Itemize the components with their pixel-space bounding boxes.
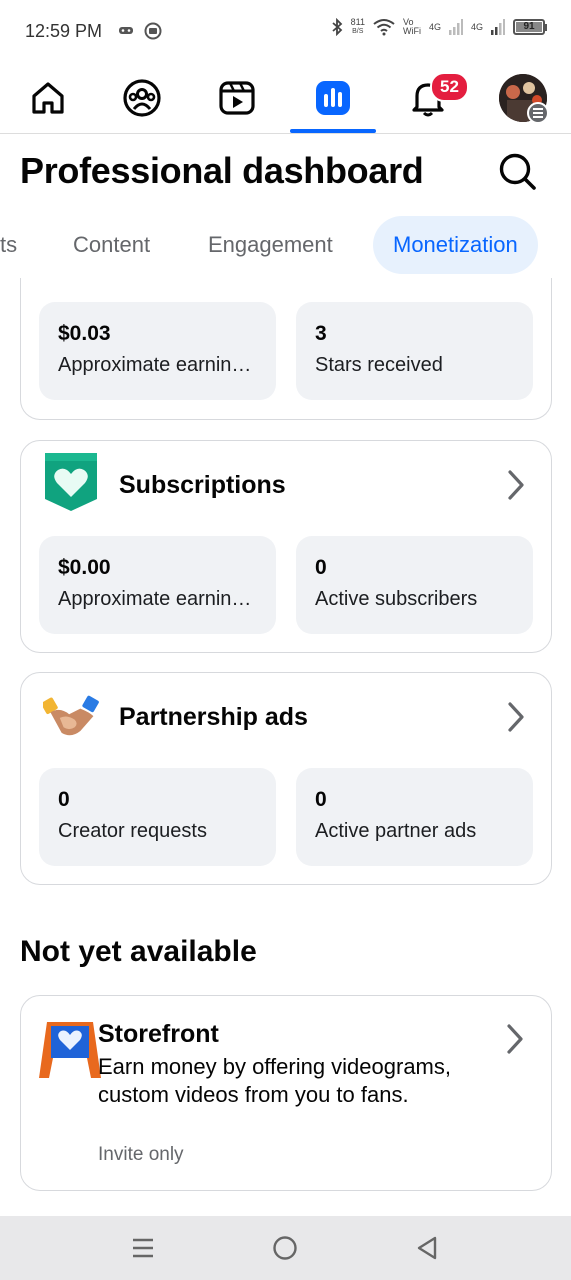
heart-shield-icon	[45, 453, 97, 511]
status-time: 12:59 PM	[25, 21, 103, 41]
creator-requests-stat[interactable]: 0 Creator requests	[39, 768, 276, 866]
screen-record-icon	[144, 22, 162, 40]
tab-engagement[interactable]: Engagement	[208, 216, 333, 274]
stat-value: $0.00	[58, 556, 111, 579]
storefront-title: Storefront	[98, 1020, 219, 1048]
storefront-note: Invite only	[98, 1144, 184, 1165]
back-triangle-icon	[417, 1236, 437, 1260]
stars-earnings-stat[interactable]: $0.03 Approximate earnin…	[39, 302, 276, 400]
nav-home[interactable]	[23, 74, 73, 122]
handshake-icon	[43, 695, 99, 736]
menu-icon	[133, 1238, 153, 1258]
tab-monetization[interactable]: Monetization	[373, 216, 538, 274]
status-bar: 12:59 PM 811 B/S Vo WiFi 4G 4G 91	[0, 0, 571, 62]
stat-value: 0	[315, 788, 327, 811]
nav-dashboard[interactable]	[308, 74, 358, 122]
section-title: Not yet available	[20, 935, 257, 968]
signal-sim2-icon	[491, 19, 505, 35]
storefront-description: Earn money by offering videograms, custo…	[98, 1054, 451, 1107]
stat-label: Approximate earnin…	[58, 588, 252, 610]
back-button[interactable]	[409, 1230, 445, 1266]
gamepad-icon	[119, 27, 133, 34]
stat-value: 0	[315, 556, 327, 579]
stars-received-stat[interactable]: 3 Stars received	[296, 302, 533, 400]
groups-icon	[123, 79, 161, 117]
notification-badge: 52	[430, 72, 469, 102]
dashboard-icon	[316, 81, 350, 115]
bluetooth-icon	[332, 18, 342, 36]
stat-label: Stars received	[315, 354, 443, 376]
sim2-label: 4G	[470, 21, 483, 32]
stat-label: Active partner ads	[315, 820, 477, 842]
tab-insights[interactable]: ts	[0, 216, 17, 274]
vowifi-label: Vo WiFi	[403, 18, 421, 36]
subscriptions-earnings-stat[interactable]: $0.00 Approximate earnin…	[39, 536, 276, 634]
partnership-ads-card[interactable]: Partnership ads 0 Creator requests 0 Act…	[20, 672, 552, 885]
stat-value: $0.03	[58, 322, 111, 345]
home-button[interactable]	[267, 1230, 303, 1266]
system-navigation-bar	[0, 1216, 571, 1280]
tab-content[interactable]: Content	[73, 216, 150, 274]
active-partner-ads-stat[interactable]: 0 Active partner ads	[296, 768, 533, 866]
stars-card[interactable]: $0.03 Approximate earnin… 3 Stars receiv…	[20, 278, 552, 420]
card-title: Subscriptions	[119, 471, 286, 499]
dashboard-tabs: ts Content Engagement Monetization	[0, 216, 571, 276]
top-navigation: 52	[0, 62, 571, 134]
stat-value: 0	[58, 788, 70, 811]
circle-home-icon	[273, 1236, 297, 1260]
video-icon	[219, 81, 255, 115]
battery-level: 91	[516, 22, 542, 32]
stat-label: Active subscribers	[315, 588, 478, 610]
nav-video[interactable]	[212, 74, 262, 122]
home-icon	[32, 82, 64, 114]
search-icon	[499, 153, 536, 190]
subscriptions-card[interactable]: Subscriptions $0.00 Approximate earnin… …	[20, 440, 552, 653]
chevron-right-icon[interactable]	[504, 1022, 526, 1056]
stat-label: Creator requests	[58, 820, 207, 842]
page-title: Professional dashboard	[20, 150, 424, 191]
recent-apps-button[interactable]	[125, 1230, 161, 1266]
signal-sim1-icon	[448, 19, 463, 35]
wifi-icon	[373, 19, 395, 36]
net-speed-unit: B/S	[352, 28, 364, 35]
active-tab-indicator	[290, 129, 376, 133]
vowifi-bottom: WiFi	[402, 26, 421, 36]
active-subscribers-stat[interactable]: 0 Active subscribers	[296, 536, 533, 634]
net-speed-value: 811	[350, 17, 365, 27]
storefront-sign-icon	[39, 1022, 101, 1078]
status-right: 811 B/S Vo WiFi 4G 4G 91	[331, 18, 547, 36]
net-speed: 811 B/S	[351, 18, 365, 36]
status-left-icons	[118, 22, 162, 40]
search-button[interactable]	[496, 150, 538, 192]
chevron-right-icon[interactable]	[505, 700, 527, 734]
battery-icon: 91	[513, 19, 547, 35]
stat-value: 3	[315, 322, 327, 345]
sim1-label: 4G	[428, 21, 441, 32]
nav-groups[interactable]	[117, 74, 167, 122]
stat-label: Approximate earnin…	[58, 354, 252, 376]
chevron-right-icon[interactable]	[505, 468, 527, 502]
avatar-menu-icon[interactable]	[527, 102, 549, 124]
card-title: Partnership ads	[119, 703, 308, 731]
